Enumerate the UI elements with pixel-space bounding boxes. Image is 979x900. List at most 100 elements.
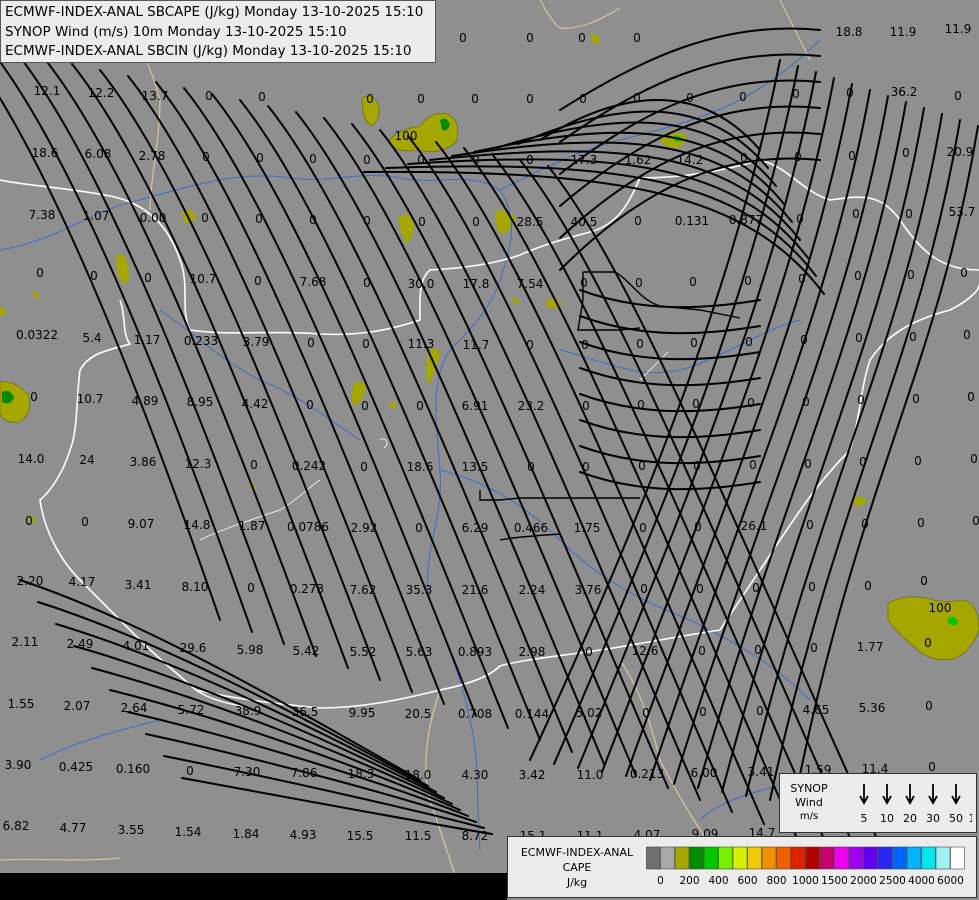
cape-value-label: 0 [258, 90, 266, 104]
cape-color-legend: ECMWF-INDEX-ANAL CAPE J/kg 0 200 400 600 800… [507, 836, 977, 898]
cape-value-label: 0 [578, 31, 586, 45]
cape-tick-label: 400 [708, 875, 729, 887]
cape-value-label: 5.52 [350, 645, 377, 659]
wind-legend-arrow: 30 [926, 784, 940, 825]
bottom-black-strip [0, 873, 507, 900]
cape-value-label: 5.98 [237, 643, 264, 657]
title-line-sbcape: ECMWF-INDEX-ANAL SBCAPE (J/kg) Monday 13… [5, 4, 424, 20]
cape-value-label: 7.38 [29, 208, 56, 222]
cape-value-label: 0 [309, 213, 317, 227]
cape-value-label: 0 [848, 149, 856, 163]
cape-value-label: 11.3 [408, 337, 435, 351]
cape-value-label: 0 [36, 266, 44, 280]
cape-value-label: 11.5 [405, 829, 432, 843]
cape-value-label: 3.42 [519, 768, 546, 782]
cape-value-label: 6.29 [462, 521, 489, 535]
cape-value-label: 10.7 [77, 392, 104, 406]
wind-legend-arrow: 10 [880, 784, 894, 825]
cape-value-label: 0 [861, 517, 869, 531]
cape-value-label: 0.213 [630, 767, 664, 781]
cape-value-label: 0 [633, 31, 641, 45]
cape-value-label: 0 [638, 459, 646, 473]
wind-legend-arrow: 100 [969, 812, 973, 825]
cape-value-label: 6.91 [462, 399, 489, 413]
cape-value-label: 0.273 [290, 582, 324, 596]
cape-value-label: 0.466 [514, 521, 548, 535]
cape-value-label: 35.3 [406, 583, 433, 597]
cape-value-label: 18.3 [348, 767, 375, 781]
cape-value-label: 0.708 [458, 707, 492, 721]
cape-value-label: 0 [796, 212, 804, 226]
wind-legend-speed: 20 [903, 812, 917, 825]
cape-value-label: 0.0322 [16, 328, 58, 342]
cape-value-label: 0 [696, 582, 704, 596]
cape-value-label: 11.0 [577, 768, 604, 782]
wind-legend-label: SYNOP Wind m/s [784, 782, 834, 824]
cape-value-label: 0 [642, 706, 650, 720]
cape-value-label: 0 [749, 458, 757, 472]
cape-value-label: 0 [640, 582, 648, 596]
weather-map[interactable]: 0 0 0 0 18.8 11.9 11.9 12.1 12.2 13.7 0 0 0 0 0 0 0 0 0 0 0 0… [0, 0, 979, 900]
cape-color-swatch [863, 846, 878, 870]
cape-value-label: 0 [905, 207, 913, 221]
cape-tick-label: 1000 [792, 875, 819, 887]
cape-value-label: 0 [363, 153, 371, 167]
cape-value-label: 0 [800, 333, 808, 347]
cape-value-label: 0 [692, 397, 700, 411]
cape-value-label: 7.62 [350, 583, 377, 597]
cape-value-label: 0 [686, 91, 694, 105]
cape-value-label: 0 [902, 146, 910, 160]
cape-color-swatch [747, 846, 762, 870]
cape-value-label: 0.877 [729, 213, 763, 227]
wind-legend-speed: 100 [969, 812, 973, 825]
cape-value-label: 1.54 [175, 825, 202, 839]
cape-value-label: 0 [526, 338, 534, 352]
cape-color-swatch [703, 846, 719, 870]
cape-value-label: 0 [806, 518, 814, 532]
cape-value-label: 0 [360, 460, 368, 474]
cape-value-label: 0 [857, 393, 865, 407]
cape-value-label: 0 [205, 89, 213, 103]
cape-value-label: 36.5 [292, 705, 319, 719]
cape-value-label: 0 [740, 151, 748, 165]
cape-value-label: 3.76 [575, 583, 602, 597]
cape-value-label: 4.42 [242, 397, 269, 411]
cape-value-label: 0 [802, 395, 810, 409]
cape-value-label: 26.1 [741, 519, 768, 533]
cape-value-label: 4.17 [69, 575, 96, 589]
cape-value-label: 1.84 [233, 827, 260, 841]
cape-value-label: 0 [912, 392, 920, 406]
cape-value-label: 9.95 [349, 706, 376, 720]
cape-value-label: 3.79 [243, 335, 270, 349]
cape-value-label: 0 [798, 272, 806, 286]
cape-value-label: 0 [924, 636, 932, 650]
cape-value-label: 3.41 [125, 578, 152, 592]
cape-value-label: 0 [582, 399, 590, 413]
cape-color-swatch [805, 846, 820, 870]
cape-value-label: 2.11 [12, 635, 39, 649]
cape-value-label: 11.9 [890, 25, 917, 39]
cape-value-label: 0 [202, 150, 210, 164]
cape-tick-label: 200 [679, 875, 700, 887]
wind-legend-arrow: 5 [859, 784, 869, 825]
cape-value-label: 0 [90, 269, 98, 283]
cape-value-label: 0 [859, 455, 867, 469]
cape-value-label: 0 [81, 515, 89, 529]
cape-value-label: 13.7 [142, 89, 169, 103]
cape-value-label: 0 [808, 580, 816, 594]
cape-color-swatch [877, 846, 893, 870]
cape-value-label: 11.7 [463, 338, 490, 352]
cape-color-swatch [776, 846, 791, 870]
cape-color-swatch [732, 846, 748, 870]
cape-value-label: 1.07 [83, 209, 110, 223]
cape-value-label: 9.07 [128, 517, 155, 531]
cape-value-label: 0 [810, 641, 818, 655]
cape-value-label: 0 [689, 275, 697, 289]
cape-value-label: 0 [752, 581, 760, 595]
cape-value-label: 0 [306, 398, 314, 412]
cape-value-label: 0 [698, 644, 706, 658]
cape-value-label: 0 [417, 153, 425, 167]
cape-value-label: 1.55 [8, 697, 35, 711]
cape-value-label: 0 [201, 211, 209, 225]
cape-value-label: 0 [255, 212, 263, 226]
